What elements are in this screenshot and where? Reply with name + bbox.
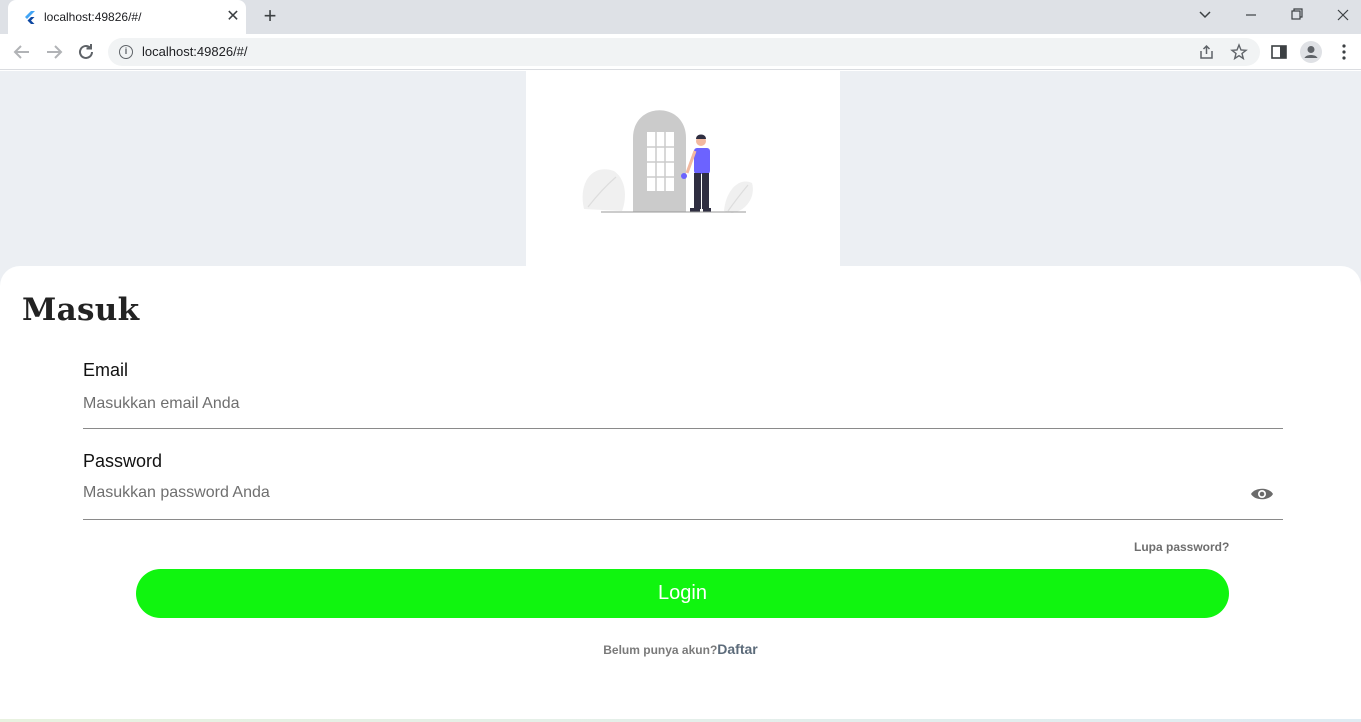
tab-title: localhost:49826/#/ bbox=[44, 10, 142, 24]
hero-illustration-panel bbox=[526, 71, 840, 271]
email-field[interactable] bbox=[83, 391, 1283, 417]
tab-search-icon[interactable] bbox=[1192, 4, 1218, 26]
signup-link[interactable]: Daftar bbox=[717, 641, 757, 657]
address-bar[interactable]: i localhost:49826/#/ bbox=[108, 38, 1260, 66]
new-tab-button[interactable]: + bbox=[258, 5, 282, 29]
minimize-icon[interactable] bbox=[1238, 4, 1264, 26]
browser-tab-bar: localhost:49826/#/ ✕ + bbox=[0, 0, 1361, 34]
forgot-password-link[interactable]: Lupa password? bbox=[1134, 540, 1229, 554]
login-card: Masuk Email Password Lupa password? Logi… bbox=[0, 266, 1361, 722]
signup-prompt: Belum punya akun? bbox=[603, 643, 718, 657]
profile-avatar-icon[interactable] bbox=[1300, 41, 1322, 63]
app-page: Masuk Email Password Lupa password? Logi… bbox=[0, 71, 1361, 722]
back-icon[interactable] bbox=[10, 40, 34, 64]
share-icon[interactable] bbox=[1198, 43, 1216, 61]
signup-row: Belum punya akun?Daftar bbox=[0, 641, 1361, 657]
door-illustration bbox=[582, 110, 753, 213]
flutter-icon bbox=[25, 11, 35, 24]
site-info-icon[interactable]: i bbox=[119, 45, 133, 59]
password-underline bbox=[83, 519, 1283, 520]
email-underline bbox=[83, 428, 1283, 429]
more-menu-icon[interactable] bbox=[1334, 42, 1354, 62]
address-url[interactable]: localhost:49826/#/ bbox=[142, 44, 248, 59]
side-panel-icon[interactable] bbox=[1269, 42, 1289, 62]
login-button[interactable]: Login bbox=[136, 569, 1229, 618]
reload-icon[interactable] bbox=[74, 40, 98, 64]
close-window-icon[interactable] bbox=[1330, 4, 1356, 26]
tab-close-icon[interactable]: ✕ bbox=[224, 8, 242, 26]
forward-icon[interactable] bbox=[42, 40, 66, 64]
email-label: Email bbox=[83, 360, 129, 380]
browser-tab[interactable]: localhost:49826/#/ ✕ bbox=[8, 0, 246, 34]
password-label: Password bbox=[83, 451, 163, 471]
browser-toolbar: i localhost:49826/#/ bbox=[0, 34, 1361, 70]
password-field[interactable] bbox=[83, 480, 1243, 506]
bookmark-star-icon[interactable] bbox=[1230, 43, 1248, 61]
restore-icon[interactable] bbox=[1284, 4, 1310, 26]
page-title: Masuk bbox=[22, 292, 140, 328]
toggle-visibility-eye-icon[interactable] bbox=[1250, 486, 1274, 502]
